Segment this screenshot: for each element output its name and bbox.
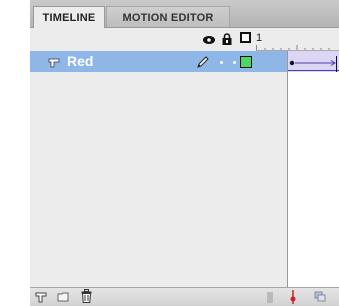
layer-name[interactable]: Red xyxy=(67,53,93,69)
layer-row[interactable]: Red xyxy=(30,51,287,72)
layer-header: 1 xyxy=(30,28,339,51)
motion-tween-arrow xyxy=(288,56,339,72)
new-folder-icon[interactable] xyxy=(57,291,69,303)
layer-outline-color[interactable] xyxy=(240,56,252,68)
eye-icon[interactable] xyxy=(203,36,215,44)
visibility-dot[interactable] xyxy=(220,61,223,64)
new-layer-icon[interactable] xyxy=(35,291,47,303)
frame-number: 1 xyxy=(256,32,263,44)
lock-dot[interactable] xyxy=(233,61,236,64)
layers-area xyxy=(30,72,287,287)
playhead-marker-icon[interactable] xyxy=(289,290,297,304)
tab-timeline[interactable]: TIMELINE xyxy=(33,6,105,28)
outline-icon[interactable] xyxy=(240,32,251,43)
trash-icon[interactable] xyxy=(81,289,92,303)
pencil-icon xyxy=(197,56,209,68)
frames-area[interactable] xyxy=(287,51,339,287)
bottom-toolbar xyxy=(30,287,339,306)
keyframe-row[interactable] xyxy=(288,51,339,72)
onion-skin-icon[interactable] xyxy=(314,291,326,303)
scroll-grip-icon[interactable] xyxy=(267,292,273,303)
layer-icon xyxy=(48,58,60,68)
tab-bar: TIMELINE MOTION EDITOR xyxy=(30,0,339,28)
timeline-panel: TIMELINE MOTION EDITOR 1 Red xyxy=(30,0,339,306)
lock-icon[interactable] xyxy=(222,33,232,45)
tab-motion-editor[interactable]: MOTION EDITOR xyxy=(106,6,230,27)
